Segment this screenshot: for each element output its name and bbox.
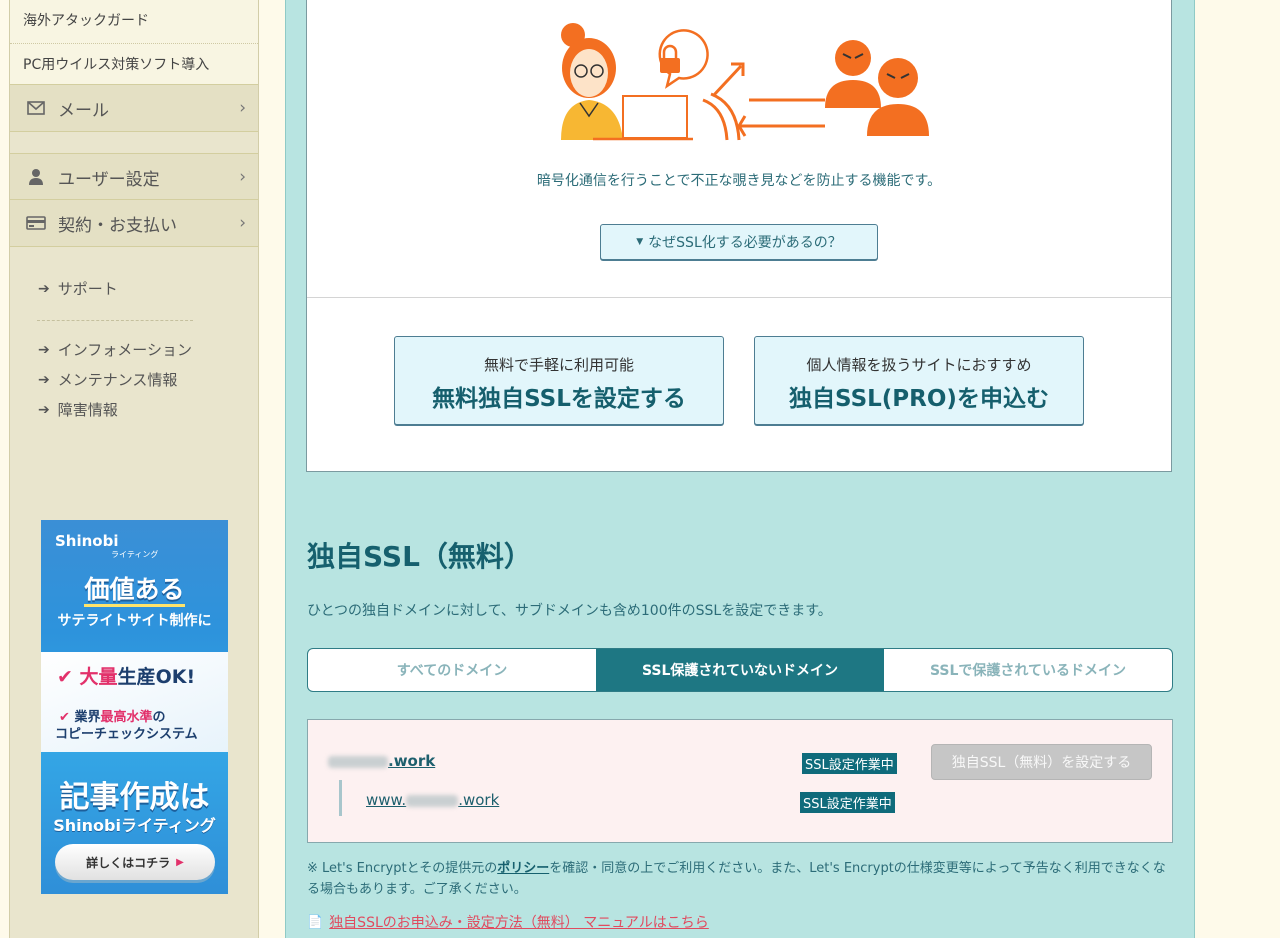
sidebar-item-label: ユーザー設定 bbox=[58, 169, 160, 190]
sidebar: 海外アタックガード PC用ウイルス対策ソフト導入 メール › ユーザー設定 › … bbox=[9, 0, 259, 938]
tab-all-domains[interactable]: すべてのドメイン bbox=[308, 649, 596, 691]
arrow-right-icon: ➔ bbox=[38, 371, 50, 388]
pro-ssl-caption: 個人情報を扱うサイトにおすすめ bbox=[806, 356, 1032, 374]
set-free-ssl-button[interactable]: 独自SSL（無料）を設定する bbox=[931, 744, 1152, 780]
sidebar-item-contract-payment[interactable]: 契約・お支払い › bbox=[10, 199, 258, 247]
arrow-right-icon: ➔ bbox=[38, 280, 50, 297]
section-description: ひとつの独自ドメインに対して、サブドメインも含め100件のSSLを設定できます。 bbox=[307, 603, 832, 619]
domain-filter-tabs: すべてのドメイン SSL保護されていないドメイン SSLで保護されているドメイン bbox=[307, 648, 1173, 692]
chevron-right-icon: › bbox=[239, 167, 246, 187]
why-ssl-button[interactable]: ▼ なぜSSL化する必要があるの？ bbox=[600, 224, 878, 260]
sidebar-link-label: 障害情報 bbox=[57, 401, 118, 419]
subdomain-link[interactable]: www. .work bbox=[366, 791, 499, 809]
mail-icon bbox=[24, 101, 48, 115]
play-icon: ▶ bbox=[176, 856, 184, 868]
banner-logo: Shinobi bbox=[55, 532, 119, 550]
sidebar-link-maintenance[interactable]: ➔ メンテナンス情報 bbox=[38, 369, 177, 390]
panel-divider bbox=[307, 297, 1171, 298]
sidebar-subitem-pc-antivirus[interactable]: PC用ウイルス対策ソフト導入 bbox=[10, 44, 258, 87]
ssl-intro-panel: 暗号化通信を行うことで不正な覗き見などを防止する機能です。 ▼ なぜSSL化する… bbox=[306, 0, 1172, 472]
ssl-description: 暗号化通信を行うことで不正な覗き見などを防止する機能です。 bbox=[536, 173, 942, 189]
subdomain-row: www. .work SSL設定作業中 bbox=[308, 780, 1172, 816]
main-content: 暗号化通信を行うことで不正な覗き見などを防止する機能です。 ▼ なぜSSL化する… bbox=[285, 0, 1195, 938]
chevron-right-icon: › bbox=[239, 98, 246, 118]
arrow-right-icon: ➔ bbox=[38, 401, 50, 418]
redacted-text bbox=[406, 794, 459, 807]
check-icon: ✔ bbox=[57, 666, 73, 688]
why-ssl-label: なぜSSL化する必要があるの？ bbox=[648, 235, 842, 251]
subdomain-indicator bbox=[339, 780, 342, 816]
sidebar-link-label: メンテナンス情報 bbox=[57, 371, 178, 389]
sidebar-item-label: メール bbox=[58, 100, 109, 121]
sidebar-item-label: 契約・お支払い bbox=[58, 215, 177, 236]
free-ssl-caption: 無料で手軽に利用可能 bbox=[483, 356, 634, 374]
sidebar-link-label: サポート bbox=[57, 280, 118, 298]
pro-ssl-apply-button[interactable]: 個人情報を扱うサイトにおすすめ 独自SSL(PRO)を申込む bbox=[754, 336, 1084, 425]
ssl-illustration-icon bbox=[561, 23, 929, 141]
banner-point-1: ✔ 大量生産OK! bbox=[57, 666, 196, 688]
sidebar-link-information[interactable]: ➔ インフォメーション bbox=[38, 339, 192, 360]
manual-link[interactable]: 📄 独自SSLのお申込み・設定方法（無料） マニュアルはこちら bbox=[307, 912, 709, 932]
sidebar-item-user-settings[interactable]: ユーザー設定 › bbox=[10, 153, 258, 201]
ad-banner[interactable]: Shinobi ライティング 価値ある サテライトサイト制作に ✔ 大量生産OK… bbox=[41, 520, 228, 894]
banner-subline: サテライトサイト制作に bbox=[57, 613, 212, 629]
banner-point-2-line2: コピーチェックシステム bbox=[55, 727, 198, 742]
sidebar-link-label: インフォメーション bbox=[57, 341, 192, 359]
free-ssl-label: 無料独自SSLを設定する bbox=[432, 386, 686, 412]
status-badge: SSL設定作業中 bbox=[800, 792, 895, 813]
chevron-right-icon: › bbox=[239, 213, 246, 233]
sidebar-item-mail[interactable]: メール › bbox=[10, 84, 258, 132]
manual-link-label: 独自SSLのお申込み・設定方法（無料） マニュアルはこちら bbox=[329, 915, 709, 931]
arrow-right-icon: ➔ bbox=[38, 341, 50, 358]
banner-logo-sub: ライティング bbox=[111, 550, 159, 559]
section-title: 独自SSL（無料） bbox=[307, 540, 532, 573]
letsencrypt-note: ※ Let's Encryptとその提供元のポリシーを確認・同意の上でご利用くだ… bbox=[307, 861, 1166, 897]
triangle-down-icon: ▼ bbox=[636, 237, 644, 247]
banner-cta-button[interactable]: 詳しくはコチラ ▶ bbox=[55, 844, 215, 880]
domain-list: .work SSL設定作業中 www. .work SSL設定作業中 独自SSL（… bbox=[307, 719, 1173, 843]
sidebar-divider bbox=[37, 320, 193, 321]
credit-card-icon bbox=[24, 216, 48, 230]
tab-unprotected-domains[interactable]: SSL保護されていないドメイン bbox=[596, 649, 884, 691]
status-badge: SSL設定作業中 bbox=[802, 753, 897, 774]
user-icon bbox=[24, 168, 48, 186]
free-ssl-setup-button[interactable]: 無料で手軽に利用可能 無料独自SSLを設定する bbox=[394, 336, 724, 425]
sidebar-subitem-overseas-attack-guard[interactable]: 海外アタックガード bbox=[10, 0, 258, 44]
sidebar-link-failure-info[interactable]: ➔ 障害情報 bbox=[38, 399, 118, 420]
policy-link[interactable]: ポリシー bbox=[497, 861, 549, 876]
banner-brand-text: Shinobiライティング bbox=[53, 816, 216, 835]
banner-headline: 価値ある bbox=[41, 570, 228, 607]
pro-ssl-label: 独自SSL(PRO)を申込む bbox=[789, 386, 1049, 412]
domain-link[interactable]: .work bbox=[328, 752, 435, 770]
sidebar-link-support[interactable]: ➔ サポート bbox=[38, 278, 118, 299]
tab-protected-domains[interactable]: SSLで保護されているドメイン bbox=[884, 649, 1172, 691]
redacted-text bbox=[328, 755, 388, 768]
document-icon: 📄 bbox=[307, 914, 324, 930]
banner-big-text: 記事作成は bbox=[59, 780, 210, 815]
